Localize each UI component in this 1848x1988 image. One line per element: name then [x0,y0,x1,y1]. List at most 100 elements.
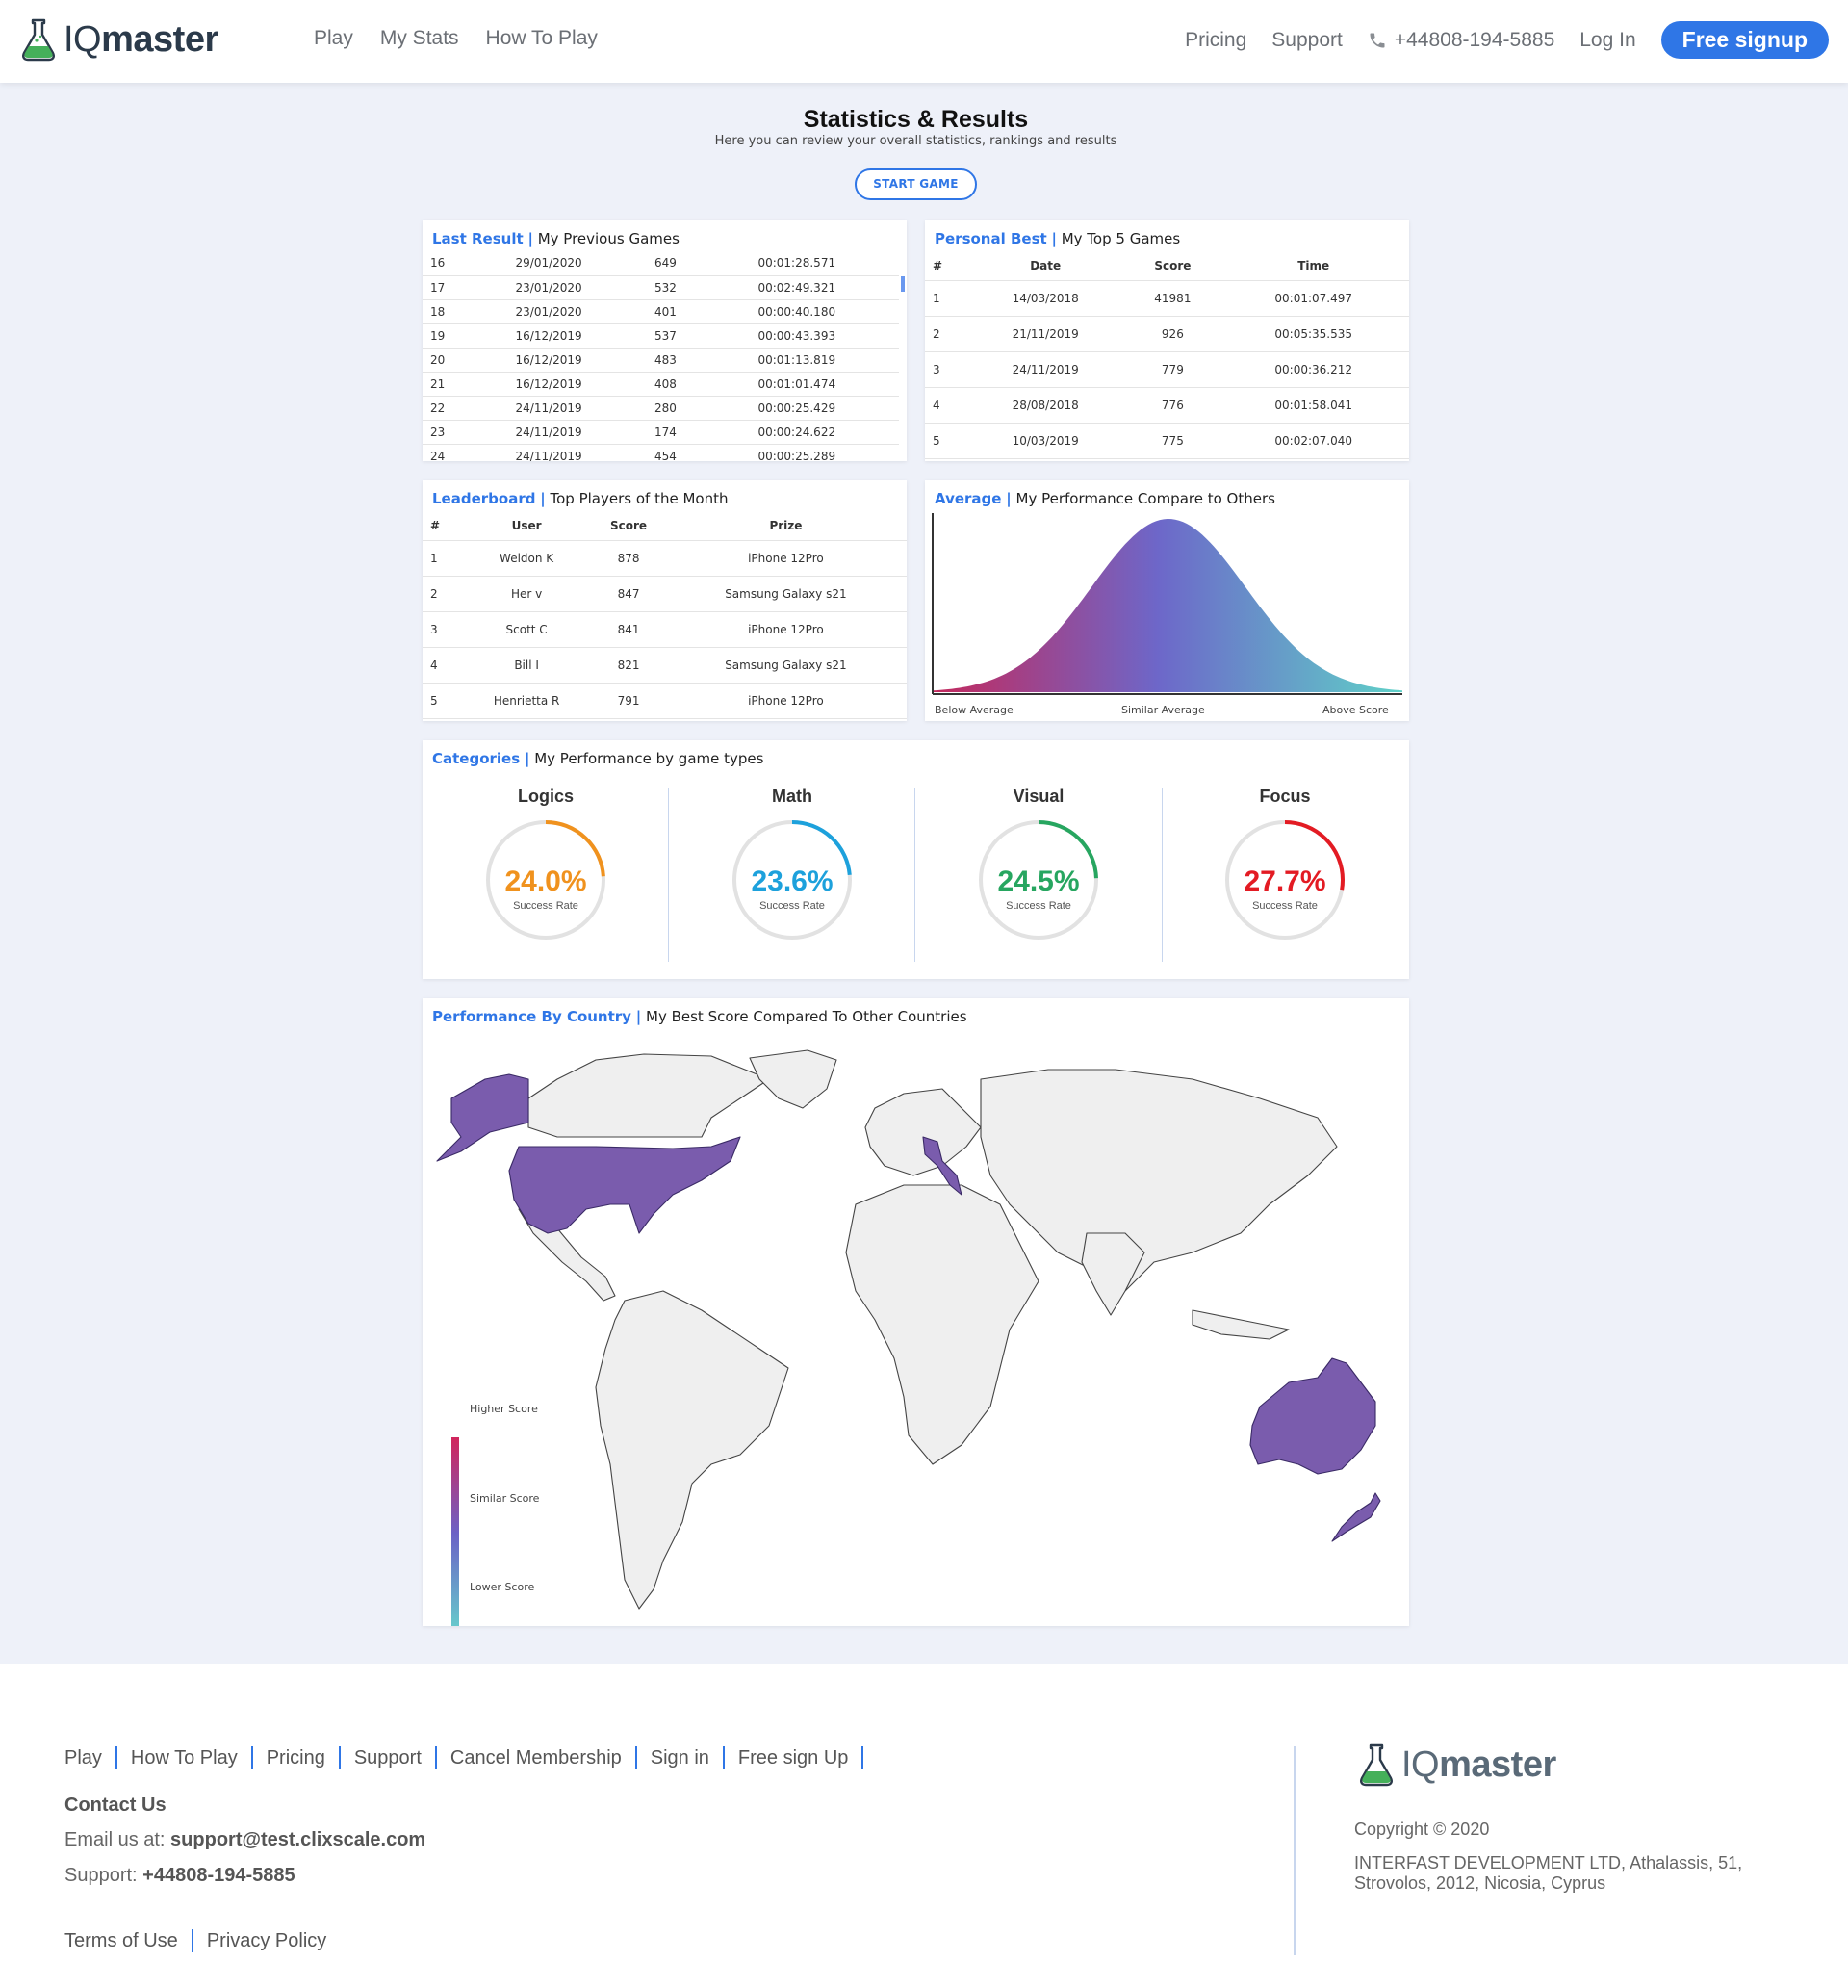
legend-lower-score: Lower Score [470,1581,535,1593]
table-cell: Her v [461,576,593,612]
table-cell: 454 [636,444,695,461]
secondary-nav: Pricing Support +44808-194-5885 Log In F… [1185,21,1829,59]
table-cell: 21/11/2019 [963,316,1128,352]
table-row: 24 24/11/2019 454 00:00:25.289 [423,444,899,461]
table-cell: 22 [423,396,461,421]
footer-brand-logo[interactable]: IQmaster [1359,1743,1556,1787]
nav-how-to-play[interactable]: How To Play [486,27,598,50]
top-navbar: IQmaster Play My Stats How To Play Prici… [0,0,1848,83]
table-cell: iPhone 12Pro [664,611,907,648]
map-country-greenland[interactable] [749,1049,837,1109]
footer-link-support[interactable]: Support [354,1747,422,1769]
table-cell: 1 [423,540,461,577]
table-cell: 41981 [1127,280,1219,317]
table-cell: 24 [423,444,461,461]
table-cell: 821 [592,647,665,684]
map-country-new-zealand[interactable] [1331,1492,1381,1542]
free-signup-button[interactable]: Free signup [1660,21,1829,59]
nav-login[interactable]: Log In [1579,29,1635,52]
table-cell: 16 [423,251,461,276]
page-subtitle: Here you can review your overall statist… [714,134,1117,148]
start-game-button[interactable]: START GAME [855,168,977,200]
page-title: Statistics & Results [803,106,1029,133]
support-phone-link[interactable]: +44808-194-5885 [142,1865,295,1886]
map-country-brazil[interactable] [595,1290,789,1610]
nav-pricing[interactable]: Pricing [1185,29,1246,52]
table-cell: 00:00:36.212 [1218,351,1409,388]
site-footer: Play How To Play Pricing Support Cancel Memb… [0,1664,1848,1988]
privacy-policy-link[interactable]: Privacy Policy [207,1930,326,1952]
nav-play[interactable]: Play [314,27,353,50]
table-cell: 3 [925,351,963,388]
category-logics[interactable]: Logics 24.0% Success Rate [423,787,669,979]
nav-my-stats[interactable]: My Stats [380,27,459,50]
card-title-highlight: Last Result [432,230,524,247]
footer-link-free-sign-up[interactable]: Free sign Up [738,1747,849,1769]
table-cell: iPhone 12Pro [664,540,907,577]
map-country-alaska[interactable] [436,1073,529,1162]
support-email-link[interactable]: support@test.clixscale.com [170,1829,425,1850]
category-visual[interactable]: Visual 24.5% Success Rate [915,787,1162,979]
link-separator [634,1746,637,1769]
nav-phone[interactable]: +44808-194-5885 [1368,29,1554,52]
card-header: Average | My Performance Compare to Othe… [935,490,1275,507]
card-title: My Top 5 Games [1061,230,1181,247]
link-separator [115,1746,117,1769]
table-cell: 841 [592,611,665,648]
footer-link-play[interactable]: Play [64,1747,102,1769]
column-header: Prize [664,511,907,541]
card-title: My Best Score Compared To Other Countrie… [646,1008,967,1025]
table-cell: Samsung Galaxy s21 [664,576,907,612]
brand-logo[interactable]: IQmaster [21,15,218,64]
map-country-europe[interactable] [864,1088,982,1176]
card-title-highlight: Personal Best [935,230,1047,247]
map-country-usa[interactable] [508,1136,741,1234]
card-title-highlight: Leaderboard [432,490,536,507]
nav-support[interactable]: Support [1271,29,1343,52]
scrollbar-thumb[interactable] [901,276,905,292]
table-cell: 00:01:07.497 [1218,280,1409,317]
category-math[interactable]: Math 23.6% Success Rate [669,787,915,979]
copyright-text: Copyright © 2020 [1354,1820,1490,1839]
map-country-australia[interactable] [1249,1357,1376,1475]
card-title: My Previous Games [537,230,680,247]
contact-heading: Contact Us [64,1794,167,1816]
world-map[interactable] [423,1041,1406,1626]
table-row: 5 10/03/2019 775 00:02:07.040 [925,423,1409,459]
table-cell: 24/11/2019 [461,420,637,445]
success-rate-value: 24.5% [997,865,1080,897]
table-cell: 926 [1127,316,1219,352]
table-cell: iPhone 12Pro [664,683,907,719]
table-cell: 23/01/2020 [461,275,637,300]
table-row: 5 Henrietta R 791 iPhone 12Pro [423,683,907,719]
map-country-indonesia[interactable] [1192,1309,1290,1340]
table-cell: 847 [592,576,665,612]
table-cell: 775 [1127,423,1219,459]
footer-link-pricing[interactable]: Pricing [267,1747,325,1769]
leaderboard-table: # User Score Prize 1 Weldon K 878 iPhone 12Pro… [423,511,907,719]
column-header: Date [963,251,1128,281]
category-title: Logics [517,787,574,806]
table-row: 23 24/11/2019 174 00:00:24.622 [423,420,899,445]
table-cell: Henrietta R [461,683,593,719]
table-cell: 21 [423,372,461,397]
phone-number: +44808-194-5885 [1394,28,1555,51]
card-header: Last Result | My Previous Games [432,230,680,247]
success-rate-label: Success Rate [1252,900,1318,912]
map-country-africa[interactable] [845,1184,1040,1465]
footer-link-sign-in[interactable]: Sign in [651,1747,709,1769]
previous-games-table: 16 29/01/2020 649 00:01:28.571 17 23/01/2020 5… [423,251,899,461]
footer-link-how-to-play[interactable]: How To Play [131,1747,238,1769]
card-title: My Performance by game types [534,750,764,767]
average-card: Average | My Performance Compare to Othe… [925,480,1409,721]
table-cell: 00:01:13.819 [694,348,899,373]
table-cell: 24/11/2019 [461,396,637,421]
table-cell: 408 [636,372,695,397]
terms-of-use-link[interactable]: Terms of Use [64,1930,178,1952]
table-cell: 24/11/2019 [963,351,1128,388]
map-country-canada[interactable] [527,1053,770,1138]
category-focus[interactable]: Focus 27.7% Success Rate [1162,787,1408,979]
footer-link-cancel-membership[interactable]: Cancel Membership [450,1747,622,1769]
table-cell: 23 [423,420,461,445]
map-country-asia[interactable] [980,1069,1338,1292]
